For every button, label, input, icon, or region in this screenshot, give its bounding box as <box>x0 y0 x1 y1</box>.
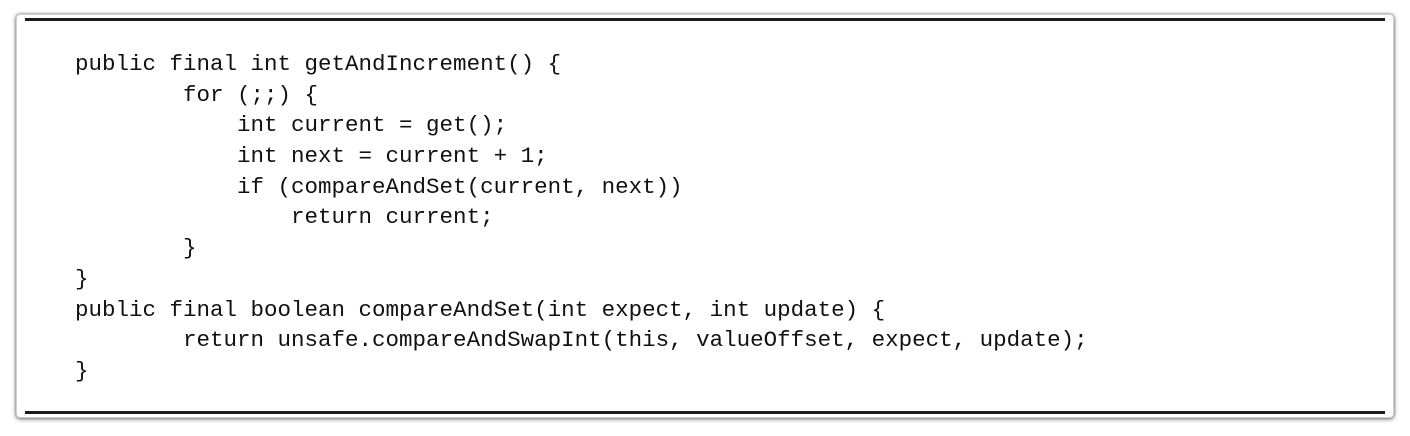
code-listing-box: public final int getAndIncrement() { for… <box>16 14 1394 418</box>
code-line: if (compareAndSet(current, next)) <box>75 173 683 200</box>
code-line: return unsafe.compareAndSwapInt(this, va… <box>75 327 1088 354</box>
code-line: } <box>75 235 197 262</box>
bottom-rule <box>25 411 1385 414</box>
code-line: } <box>75 357 89 384</box>
code-line: for (;;) { <box>75 81 319 108</box>
code-line: public final boolean compareAndSet(int e… <box>75 296 886 323</box>
code-line: int next = current + 1; <box>75 143 548 170</box>
code-line: return current; <box>75 204 494 231</box>
top-rule <box>25 18 1385 21</box>
code-line: } <box>75 265 89 292</box>
code-line: public final int getAndIncrement() { <box>75 51 562 77</box>
code-line: int current = get(); <box>75 112 508 139</box>
code-block: public final int getAndIncrement() { for… <box>75 49 1088 387</box>
